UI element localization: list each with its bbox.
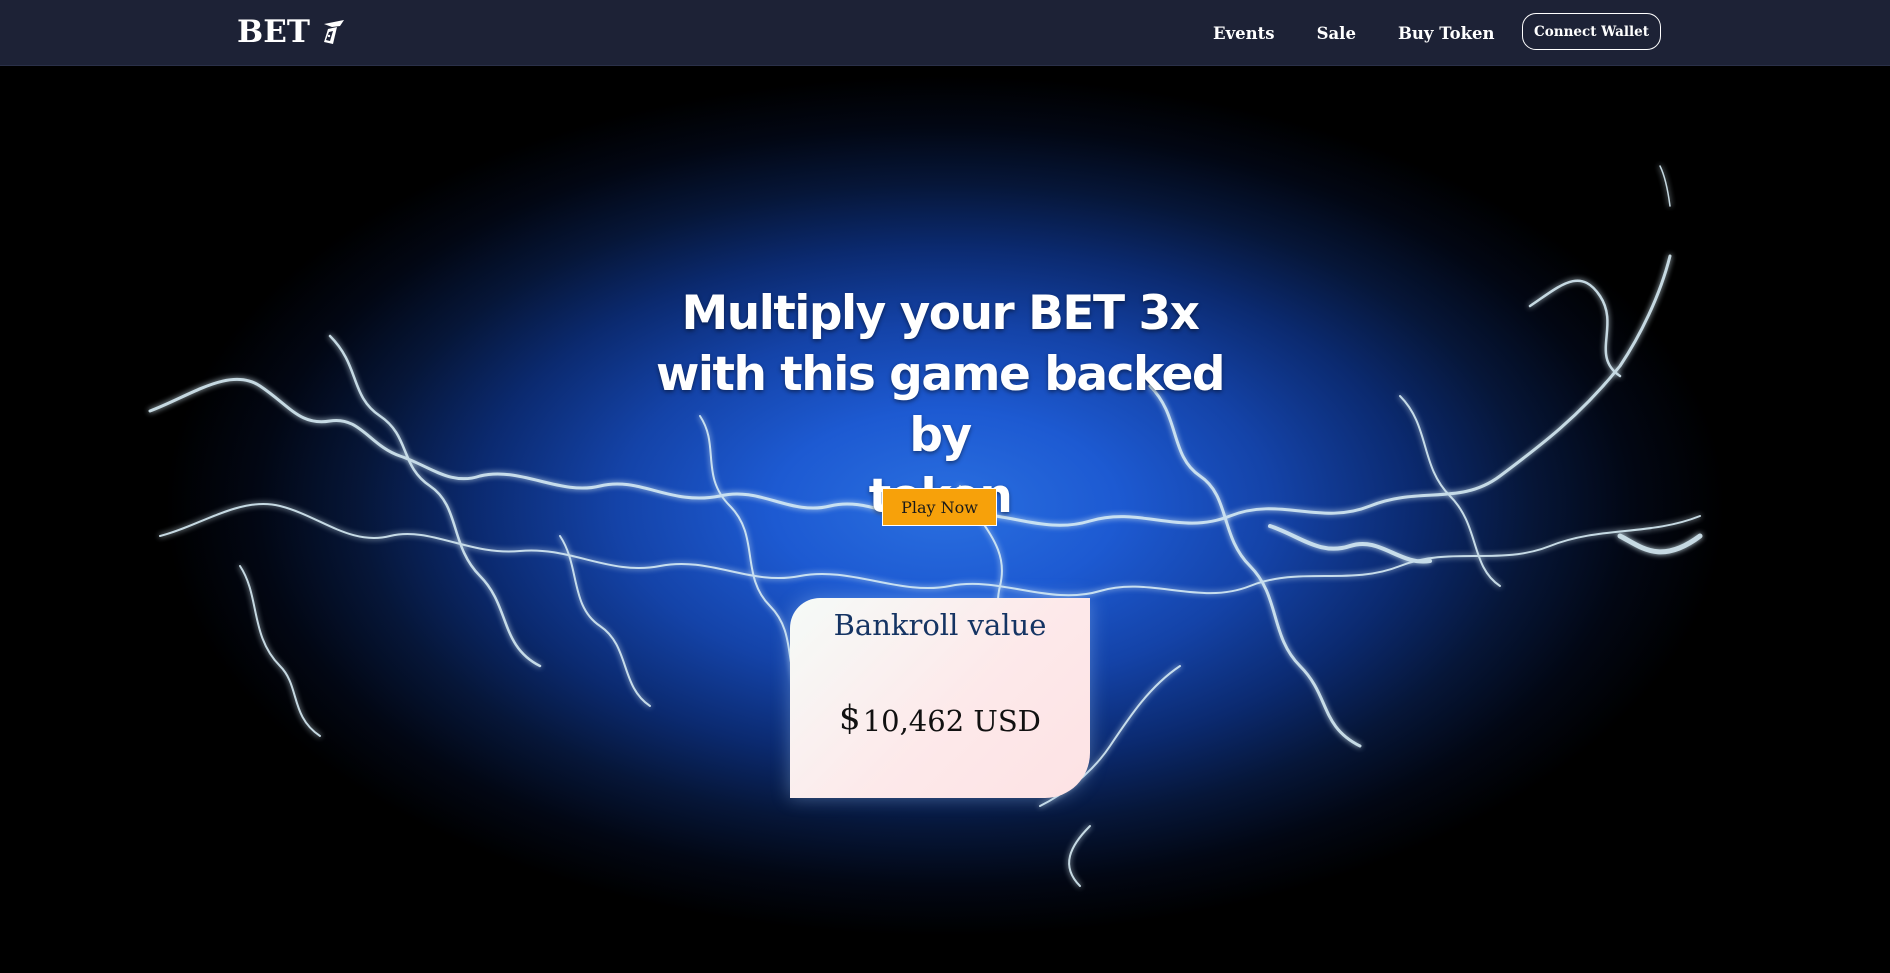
hero-section: Multiply your BET 3x with this game back… — [0, 66, 1890, 973]
brand-logo[interactable]: BET — [237, 12, 348, 52]
bankroll-card: Bankroll value $10,462 USD — [790, 598, 1090, 798]
bet-logo-icon — [323, 20, 344, 44]
nav-link-events[interactable]: Events — [1213, 24, 1275, 43]
bankroll-title: Bankroll value — [833, 608, 1047, 642]
main-nav: Events Sale Buy Token — [1213, 0, 1495, 66]
hero-title-line-1: Multiply your BET 3x — [681, 286, 1200, 341]
nav-link-buy-token[interactable]: Buy Token — [1398, 24, 1495, 43]
brand-name: BET — [237, 14, 310, 50]
bankroll-amount: 10,462 USD — [862, 704, 1041, 738]
currency-symbol: $ — [839, 698, 861, 738]
bankroll-value: $10,462 USD — [790, 698, 1090, 738]
nav-link-sale[interactable]: Sale — [1317, 24, 1356, 43]
connect-wallet-button[interactable]: Connect Wallet — [1522, 13, 1661, 50]
play-now-button[interactable]: Play Now — [882, 488, 997, 526]
top-navbar: BET Events Sale Buy Token Connect Wallet — [0, 0, 1890, 66]
hero-title-line-2: with this game backed by — [655, 347, 1226, 463]
